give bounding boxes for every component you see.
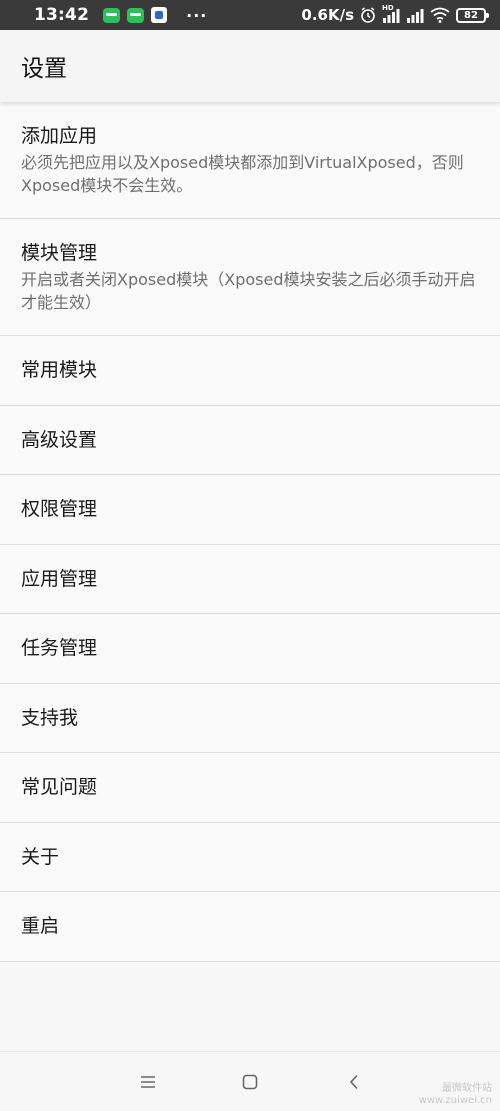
wifi-icon [430, 7, 450, 23]
watermark: 最微软件站 www.zuiwei.cn [419, 1083, 492, 1107]
settings-item-advanced-settings[interactable]: 高级设置 [0, 406, 500, 475]
watermark-line: www.zuiwei.cn [418, 1095, 492, 1106]
system-navigation-bar: 最微软件站 www.zuiwei.cn [0, 1051, 500, 1111]
chat-icon [103, 7, 121, 23]
settings-item-label: 应用管理 [21, 567, 98, 590]
watermark-line: 最微软件站 [442, 1083, 492, 1094]
settings-item-label: 模块管理 [21, 242, 98, 264]
settings-item-task-management[interactable]: 任务管理 [0, 614, 500, 684]
settings-item-label: 常见问题 [21, 776, 98, 799]
settings-item-reboot[interactable]: 重启 [0, 892, 500, 962]
settings-item-label: 重启 [21, 915, 60, 938]
alarm-icon [361, 7, 375, 23]
settings-item-description: 开启或者关闭Xposed模块（Xposed模块安装之后必须手动开启才能生效） [21, 270, 476, 312]
settings-item-label: 权限管理 [21, 498, 98, 521]
menu-button[interactable] [137, 1072, 159, 1092]
settings-item-permission-management[interactable]: 权限管理 [0, 475, 500, 545]
more-notifications-icon: ··· [186, 5, 208, 25]
page-title: 设置 [21, 56, 67, 82]
app-bar: 设置 [0, 30, 500, 102]
settings-item-description: 必须先把应用以及Xposed模块都添加到VirtualXposed，否则Xpos… [21, 153, 464, 195]
settings-item-label: 添加应用 [21, 125, 98, 147]
menu-icon [141, 1076, 155, 1088]
settings-item-about[interactable]: 关于 [0, 823, 500, 892]
signal-icon [407, 9, 424, 23]
settings-item-label: 关于 [21, 845, 60, 868]
settings-item-label: 高级设置 [21, 428, 98, 451]
back-button[interactable] [343, 1072, 365, 1092]
network-badge: HD [382, 4, 394, 12]
app-icon [151, 7, 168, 23]
network-speed: 0.6K/s [301, 6, 354, 24]
status-bar: 13:42 ··· 0.6K/s HD 82 [0, 0, 500, 30]
settings-item-support-me[interactable]: 支持我 [0, 684, 500, 753]
status-time: 13:42 [34, 5, 90, 25]
settings-item-module-management[interactable]: 模块管理 开启或者关闭Xposed模块（Xposed模块安装之后必须手动开启才能… [0, 219, 500, 336]
system-status: 0.6K/s HD 82 [301, 4, 489, 24]
battery-icon: 82 [456, 7, 489, 23]
home-button[interactable] [239, 1072, 261, 1092]
settings-list: 添加应用 必须先把应用以及Xposed模块都添加到VirtualXposed，否… [0, 102, 500, 962]
signal-group: HD [382, 4, 400, 23]
settings-item-label: 任务管理 [21, 637, 98, 660]
chat-icon [127, 7, 145, 23]
settings-item-faq[interactable]: 常见问题 [0, 753, 500, 823]
notification-icons: ··· [103, 6, 207, 25]
settings-item-add-app[interactable]: 添加应用 必须先把应用以及Xposed模块都添加到VirtualXposed，否… [0, 102, 500, 219]
settings-item-label: 支持我 [21, 706, 79, 729]
back-icon [349, 1074, 358, 1090]
home-icon [242, 1074, 258, 1090]
settings-item-label: 常用模块 [21, 359, 98, 382]
settings-item-app-management[interactable]: 应用管理 [0, 545, 500, 614]
settings-item-common-modules[interactable]: 常用模块 [0, 336, 500, 406]
